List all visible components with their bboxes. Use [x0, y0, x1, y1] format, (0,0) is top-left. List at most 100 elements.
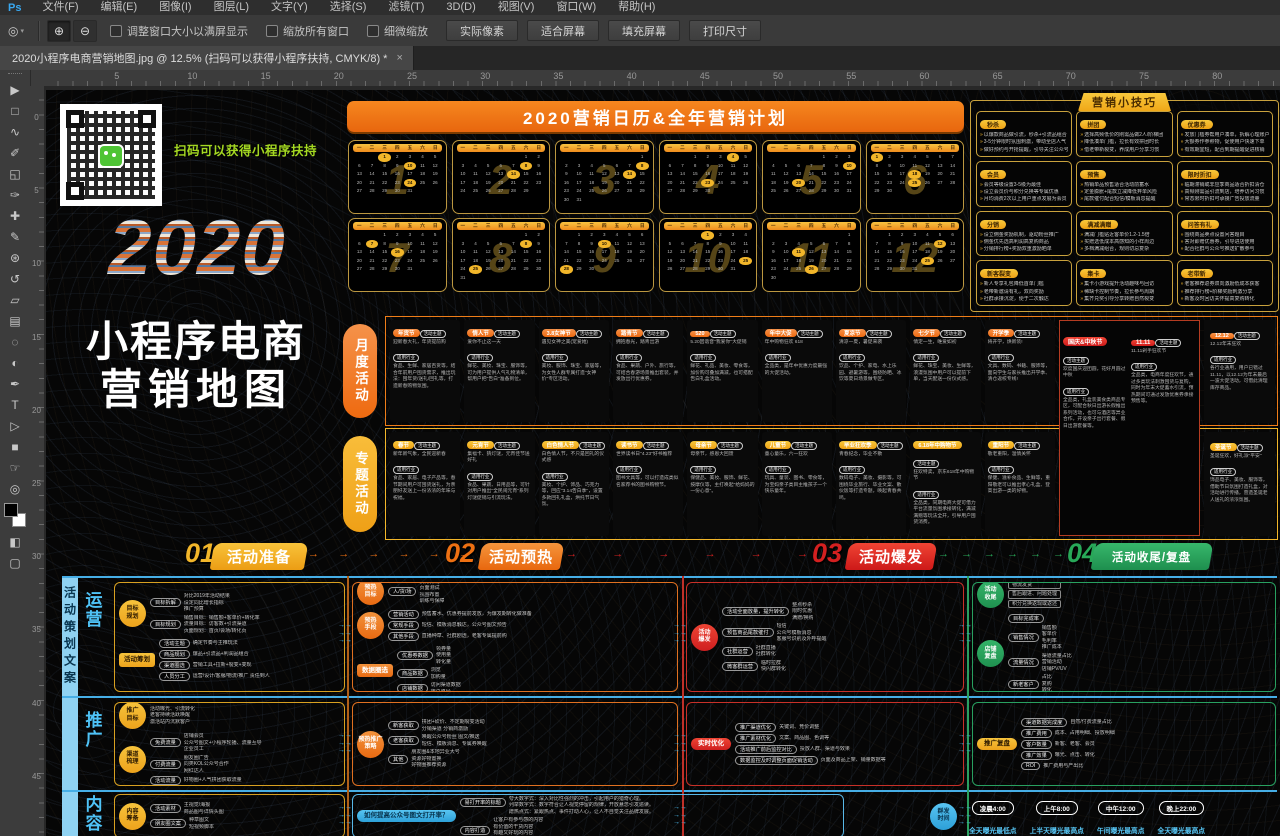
- option-checkbox[interactable]: 调整窗口大小以满屏显示: [110, 23, 248, 39]
- calendar-month: 一二三四五六日123456789101112131415161718192021…: [348, 218, 447, 292]
- calendar-day: 5: [598, 162, 611, 171]
- mindmap-branches: 易打开率的标题疑问互动式：阅读与自己有关的文章是每个人的天性。夸大数字式：深入对…: [460, 794, 654, 836]
- calendar-day: 25: [416, 257, 429, 266]
- eyedropper-tool[interactable]: ✑: [3, 184, 27, 205]
- festival-card: 元宵节活动主题集福卡、猜灯谜，元宵佳节送好礼适用行业食品、果蔬、日用品等，可针对…: [464, 432, 534, 536]
- mindmap-branches: 人/货/场执行排期页面测试氛围布置训练与保障: [388, 582, 444, 606]
- calendar-day: 12: [664, 248, 677, 257]
- tip-line: »常态限时折扣可承接广告投放流量: [1181, 196, 1269, 203]
- calendar-day: 4: [416, 153, 429, 162]
- bullet-icon: »: [1181, 182, 1184, 188]
- leaf-text: 积分兑换返现或返还: [1008, 600, 1061, 609]
- calendar-day: 15: [689, 170, 702, 179]
- document-canvas[interactable]: 扫码可以获得小程序扶持 2020 小程序电商 营销地图 2020营销日历&全年营…: [44, 86, 1280, 836]
- calendar-day: 12: [482, 248, 495, 257]
- shape-tool[interactable]: ■: [3, 436, 27, 457]
- zoom-out-button[interactable]: ⊖: [73, 20, 97, 42]
- panel-grip[interactable]: [8, 73, 22, 77]
- theme-text: 青春纪念，毕业不散: [839, 452, 903, 458]
- quick-mask-icon[interactable]: ◧: [3, 531, 27, 552]
- zoom-tool[interactable]: ◎: [3, 478, 27, 499]
- menu-item[interactable]: 图像(I): [148, 0, 202, 15]
- calendar-days: 1234567891011121314151617181920212223242…: [767, 153, 856, 196]
- mindmap-branch: 社群运营社群直播社群转化: [722, 645, 827, 658]
- calendar-day: 28: [507, 187, 520, 196]
- calendar-day: 17: [714, 170, 727, 179]
- calendar-day: 1: [689, 153, 702, 162]
- brush-tool[interactable]: ✎: [3, 226, 27, 247]
- mindmap-tree: 实时优化推广渠道优化关键词、竞价调整推广素材优化文案、商品图、色调等活动推广前后…: [691, 722, 959, 766]
- tip-card: 预售»热销单品预售适合活动前蓄水»定金膨胀+尾款立减降低弃单风险»尾款催付配合短…: [1076, 161, 1172, 207]
- screen-mode-icon[interactable]: ▢: [3, 552, 27, 573]
- dodge-tool[interactable]: ◐: [3, 352, 27, 373]
- theme-tag: 活动主题: [877, 442, 903, 450]
- mindmap-branch: 渠道圈选营销工具+拉新+裂变+变现: [159, 661, 270, 670]
- blur-tool[interactable]: ◌: [3, 331, 27, 352]
- color-swatches[interactable]: [4, 503, 26, 527]
- tip-line: »发放门槛券帮用户凑单，拆解心理账户: [1181, 132, 1269, 139]
- pen-tool[interactable]: ✒: [3, 373, 27, 394]
- crop-tool[interactable]: ◱: [3, 163, 27, 184]
- calendar-day: 21: [507, 179, 520, 188]
- history-brush-tool[interactable]: ↺: [3, 268, 27, 289]
- menu-item[interactable]: 文字(Y): [260, 0, 319, 15]
- calendar-day: 23: [391, 179, 404, 188]
- menu-item[interactable]: 图层(L): [203, 0, 260, 15]
- leaf-text: 运营/设计/客服/物流/推广 责任到人: [193, 673, 270, 680]
- options-button[interactable]: 实际像素: [446, 20, 518, 41]
- calendar-day: 16: [896, 248, 909, 257]
- mindmap-node: 目标规划: [119, 600, 146, 627]
- menu-item[interactable]: 选择(S): [319, 0, 378, 15]
- menu-item[interactable]: 窗口(W): [545, 0, 607, 15]
- options-button[interactable]: 打印尺寸: [689, 20, 761, 41]
- branch-leaves: 页面及商品上架、销量数据等: [821, 757, 886, 764]
- options-button[interactable]: 填充屏幕: [608, 20, 680, 41]
- menu-item[interactable]: 帮助(H): [607, 0, 666, 15]
- flow-arrows-icon: →→ →→ →→: [673, 732, 687, 755]
- close-icon[interactable]: ×: [396, 52, 402, 64]
- arrow-icon: →: [566, 548, 577, 560]
- bullet-icon: »: [1080, 189, 1083, 195]
- foreground-color-swatch[interactable]: [4, 503, 18, 517]
- quick-select-tool[interactable]: ✐: [3, 142, 27, 163]
- calendar-day: 1: [843, 231, 856, 240]
- menu-item[interactable]: 滤镜(T): [377, 0, 435, 15]
- calendar-day: 1: [871, 153, 884, 162]
- phase-number: 03: [812, 538, 842, 569]
- document-tab[interactable]: 2020小程序电商营销地图.jpg @ 12.5% (扫码可以获得小程序扶持, …: [0, 46, 414, 70]
- checkbox-icon[interactable]: [110, 25, 122, 37]
- hand-tool[interactable]: ☞: [3, 457, 27, 478]
- checkbox-icon[interactable]: [367, 25, 379, 37]
- checkbox-icon[interactable]: [266, 25, 278, 37]
- lasso-tool[interactable]: ∿: [3, 121, 27, 142]
- arrow-icon: →: [429, 548, 440, 560]
- option-checkbox[interactable]: 缩放所有窗口: [266, 23, 349, 39]
- industry-text: 食品、果蔬、户外、旅行等，可结合春游场景推出套装，并发放出行优惠券。: [616, 364, 680, 383]
- marquee-tool[interactable]: □: [3, 100, 27, 121]
- eraser-tool[interactable]: ▱: [3, 289, 27, 310]
- clone-stamp-tool[interactable]: ⊛: [3, 247, 27, 268]
- menu-item[interactable]: 编辑(E): [90, 0, 149, 15]
- calendar-month: 一二三四五六日123456789101112131415161718192021…: [762, 140, 861, 214]
- move-tool[interactable]: ▶: [3, 79, 27, 100]
- type-tool[interactable]: T: [3, 394, 27, 415]
- calendar-day: 8: [520, 240, 533, 249]
- path-select-tool[interactable]: ▷: [3, 415, 27, 436]
- healing-brush-tool[interactable]: ✚: [3, 205, 27, 226]
- menu-item[interactable]: 视图(V): [487, 0, 546, 15]
- calendar-day: 29: [520, 187, 533, 196]
- menu-item[interactable]: 3D(D): [435, 0, 486, 15]
- menu-item[interactable]: 文件(F): [31, 0, 89, 15]
- calendar-day: 7: [507, 240, 520, 249]
- industry-tag: 适用行业: [988, 466, 1014, 474]
- calendar-day: 21: [366, 257, 379, 266]
- zoom-tool-preset[interactable]: ◎ ▾: [0, 24, 32, 38]
- option-checkbox[interactable]: 细微缩放: [367, 23, 428, 39]
- row-label: 内容: [83, 796, 105, 833]
- options-button[interactable]: 适合屏幕: [527, 20, 599, 41]
- gradient-tool[interactable]: ▤: [3, 310, 27, 331]
- theme-text: 圣诞狂欢，好礼派''平安'': [1210, 454, 1269, 460]
- calendar-day: 2: [830, 153, 843, 162]
- zoom-in-button[interactable]: ⊕: [47, 20, 71, 42]
- calendar-day: 24: [404, 179, 417, 188]
